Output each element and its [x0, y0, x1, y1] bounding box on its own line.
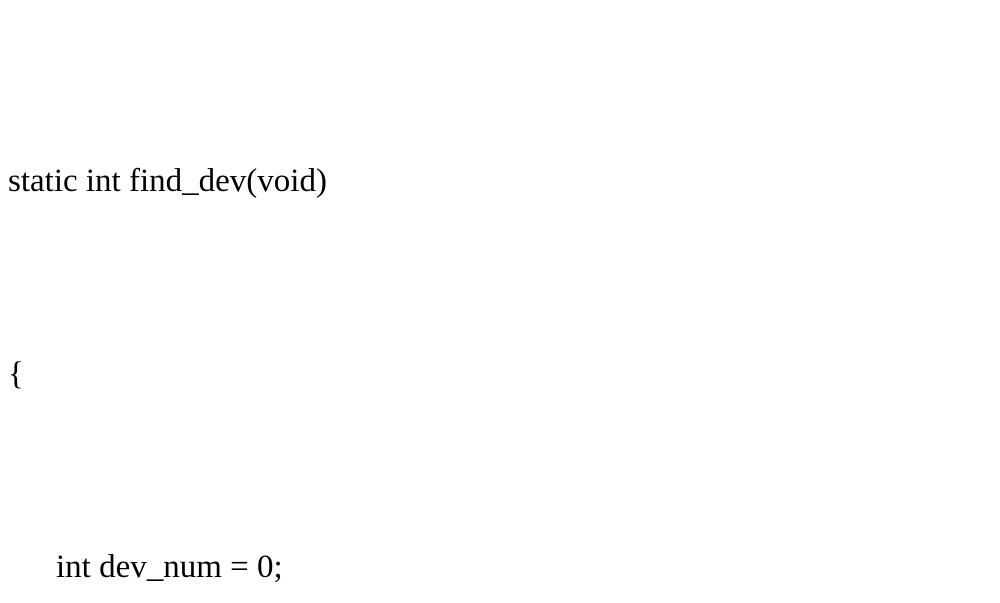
document-container: static int find_dev(void) { int dev_num … — [0, 0, 1000, 603]
code-block: static int find_dev(void) { int dev_num … — [8, 20, 992, 603]
code-line-2: { — [8, 342, 992, 406]
code-line-3: int dev_num = 0; — [8, 535, 992, 599]
code-line-1: static int find_dev(void) — [8, 149, 992, 213]
